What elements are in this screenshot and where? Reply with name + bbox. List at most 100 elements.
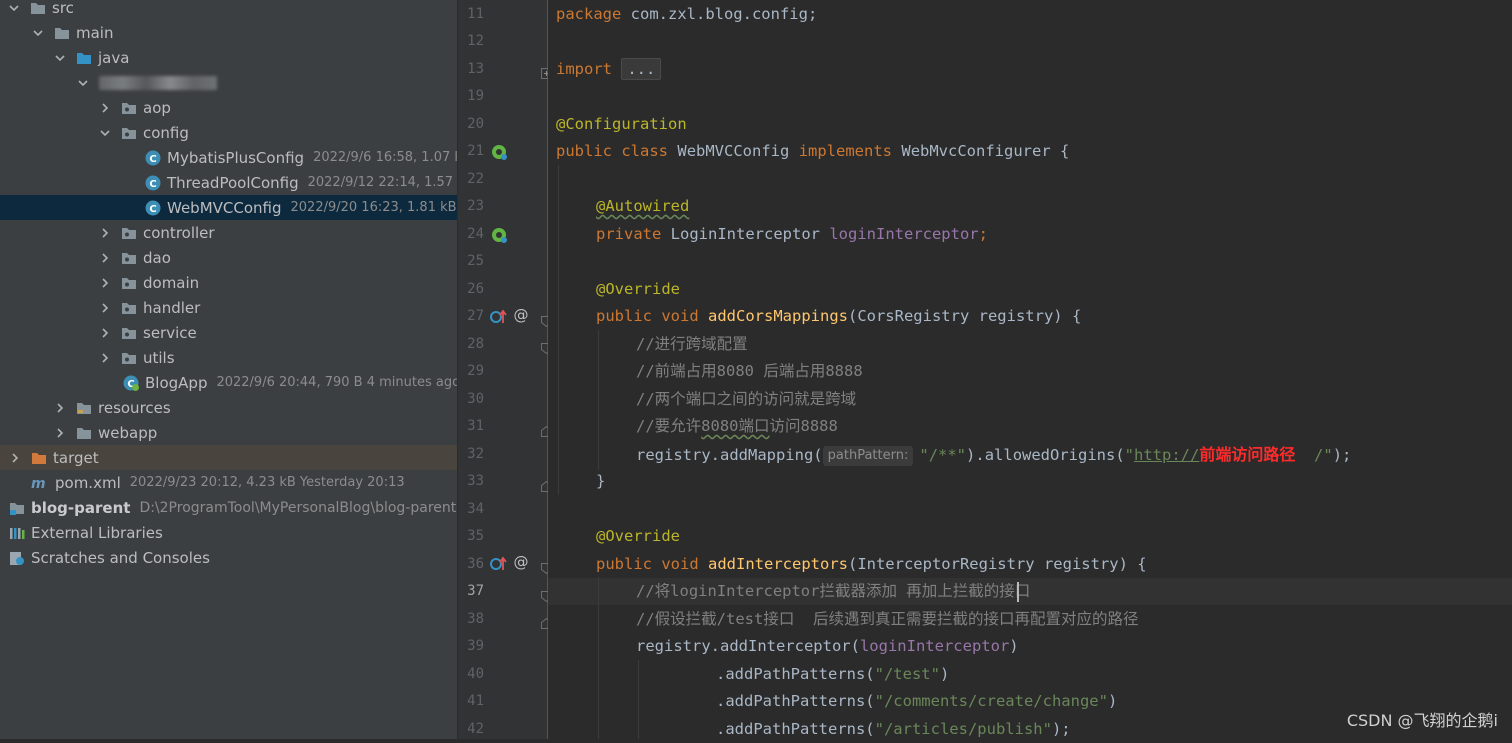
tree-label: handler	[143, 298, 201, 317]
spring-bean-icon[interactable]	[490, 143, 508, 161]
code-line-32[interactable]: registry.addMapping(pathPattern: "/**").a…	[636, 441, 1351, 468]
line-number: 28	[467, 336, 484, 352]
package-icon	[121, 125, 137, 141]
tree-label: pom.xml	[55, 473, 121, 492]
chevron-right-icon[interactable]	[9, 452, 21, 464]
chevron-right-icon[interactable]	[99, 277, 111, 289]
tree-node-handler[interactable]: handler	[0, 295, 457, 320]
tree-label: WebMVCConfig	[167, 198, 282, 217]
code-line-41[interactable]: .addPathPatterns("/comments/create/chang…	[716, 688, 1117, 715]
code-line-39[interactable]: registry.addInterceptor(loginInterceptor…	[636, 633, 1019, 660]
package-icon	[121, 100, 137, 116]
code-line-37[interactable]: //将loginInterceptor拦截器添加 再加上拦截的接口	[636, 578, 1030, 605]
chevron-down-icon[interactable]	[8, 2, 20, 14]
code-line-27[interactable]: public void addCorsMappings(CorsRegistry…	[596, 303, 1081, 330]
code-line-29[interactable]: //前端占用8080 后端占用8888	[636, 358, 863, 385]
code-line-38[interactable]: //假设拦截/test接口 后续遇到真正需要拦截的接口再配置对应的路径	[636, 606, 1139, 633]
maven-icon: m	[31, 475, 51, 491]
redacted-url: 前端访问路径	[1199, 445, 1296, 464]
tree-node-config[interactable]: config	[0, 120, 457, 145]
code-line-30[interactable]: //两个端口之间的访问就是跨域	[636, 386, 856, 413]
file-meta: 2022/9/12 22:14, 1.57 kB	[307, 175, 457, 190]
folder-icon	[76, 425, 92, 441]
spring-boot-class-icon: C	[123, 375, 139, 391]
line-number: 23	[467, 198, 484, 214]
indent-guide	[598, 330, 599, 470]
code-line-21[interactable]: public class WebMVCConfig implements Web…	[556, 138, 1069, 165]
chevron-right-icon[interactable]	[99, 327, 111, 339]
at-icon[interactable]: @	[512, 553, 530, 571]
at-icon[interactable]: @	[512, 306, 530, 324]
code-line-26[interactable]: @Override	[596, 276, 680, 303]
code-line-36[interactable]: public void addInterceptors(InterceptorR…	[596, 551, 1147, 578]
tree-label: controller	[143, 223, 215, 242]
line-number: 25	[467, 253, 484, 269]
chevron-right-icon[interactable]	[99, 102, 111, 114]
tree-node-service[interactable]: service	[0, 320, 457, 345]
code-line-33[interactable]: }	[596, 468, 605, 495]
tree-node-utils[interactable]: utils	[0, 345, 457, 370]
override-method-icon[interactable]	[489, 555, 507, 573]
tree-label: main	[76, 23, 114, 42]
line-number: 31	[467, 418, 484, 434]
code-line-28[interactable]: //进行跨域配置	[636, 331, 748, 358]
package-icon	[121, 275, 137, 291]
line-number: 30	[467, 391, 484, 407]
file-meta: 2022/9/20 16:23, 1.81 kB	[290, 200, 457, 215]
code-line-11[interactable]: package com.zxl.blog.config;	[556, 1, 817, 28]
code-line-13[interactable]: import ...	[556, 56, 662, 83]
override-method-icon[interactable]	[489, 308, 507, 326]
file-meta: 2022/9/23 20:12, 4.23 kB Yesterday 20:13	[129, 475, 405, 490]
tree-node-dao[interactable]: dao	[0, 245, 457, 270]
chevron-right-icon[interactable]	[54, 427, 66, 439]
code-line-24[interactable]: private LoginInterceptor loginIntercepto…	[596, 221, 988, 248]
chevron-down-icon[interactable]	[54, 52, 66, 64]
chevron-right-icon[interactable]	[99, 227, 111, 239]
chevron-down-icon[interactable]	[99, 127, 111, 139]
source-folder-icon	[76, 50, 92, 66]
code-line-40[interactable]: .addPathPatterns("/test")	[716, 661, 949, 688]
code-line-35[interactable]: @Override	[596, 523, 680, 550]
tree-node-blog-parent[interactable]: blog-parent D:\2ProgramTool\MyPersonalBl…	[0, 495, 457, 520]
tree-node-java[interactable]: java	[0, 45, 457, 70]
class-icon: C	[145, 150, 161, 166]
tree-node-aop[interactable]: aop	[0, 95, 457, 120]
line-number: 26	[467, 281, 484, 297]
code-line-23[interactable]: @Autowired	[596, 193, 689, 220]
code-line-20[interactable]: @Configuration	[556, 111, 687, 138]
code-line-31[interactable]: //要允许8080端口访问8888	[636, 413, 838, 440]
folded-imports[interactable]: ...	[621, 58, 662, 80]
tree-label: src	[52, 0, 74, 17]
tree-node-webapp[interactable]: webapp	[0, 420, 457, 445]
tree-node-scratches[interactable]: Scratches and Consoles	[0, 545, 457, 570]
tree-label: External Libraries	[31, 523, 163, 542]
tree-node-target[interactable]: target	[0, 445, 457, 470]
spring-autowired-icon[interactable]	[490, 226, 508, 244]
chevron-down-icon[interactable]	[32, 27, 44, 39]
tree-node-pom[interactable]: m pom.xml 2022/9/23 20:12, 4.23 kB Yeste…	[0, 470, 457, 495]
tree-node-package[interactable]	[0, 70, 457, 95]
tree-node-external-libraries[interactable]: External Libraries	[0, 520, 457, 545]
package-icon	[121, 300, 137, 316]
chevron-right-icon[interactable]	[99, 302, 111, 314]
tree-node-main[interactable]: main	[0, 20, 457, 45]
chevron-right-icon[interactable]	[99, 252, 111, 264]
tree-label: blog-parent	[31, 498, 131, 517]
chevron-down-icon[interactable]	[77, 77, 89, 89]
svg-text:C: C	[149, 179, 156, 190]
tree-node-threadpoolconfig[interactable]: C ThreadPoolConfig 2022/9/12 22:14, 1.57…	[0, 170, 457, 195]
line-number: 38	[467, 611, 484, 627]
tree-node-src[interactable]: src	[0, 0, 457, 20]
line-number: 39	[467, 638, 484, 654]
line-number: 36	[467, 556, 484, 572]
line-number: 22	[467, 171, 484, 187]
tree-node-webmvcconfig[interactable]: C WebMVCConfig 2022/9/20 16:23, 1.81 kB	[0, 195, 457, 220]
chevron-right-icon[interactable]	[54, 402, 66, 414]
tree-node-blogapp[interactable]: C BlogApp 2022/9/6 20:44, 790 B 4 minute…	[0, 370, 457, 395]
tree-node-resources[interactable]: resources	[0, 395, 457, 420]
library-icon	[9, 525, 25, 541]
tree-node-controller[interactable]: controller	[0, 220, 457, 245]
tree-node-mybatisplusconfig[interactable]: C MybatisPlusConfig 2022/9/6 16:58, 1.07…	[0, 145, 457, 170]
chevron-right-icon[interactable]	[99, 352, 111, 364]
tree-node-domain[interactable]: domain	[0, 270, 457, 295]
